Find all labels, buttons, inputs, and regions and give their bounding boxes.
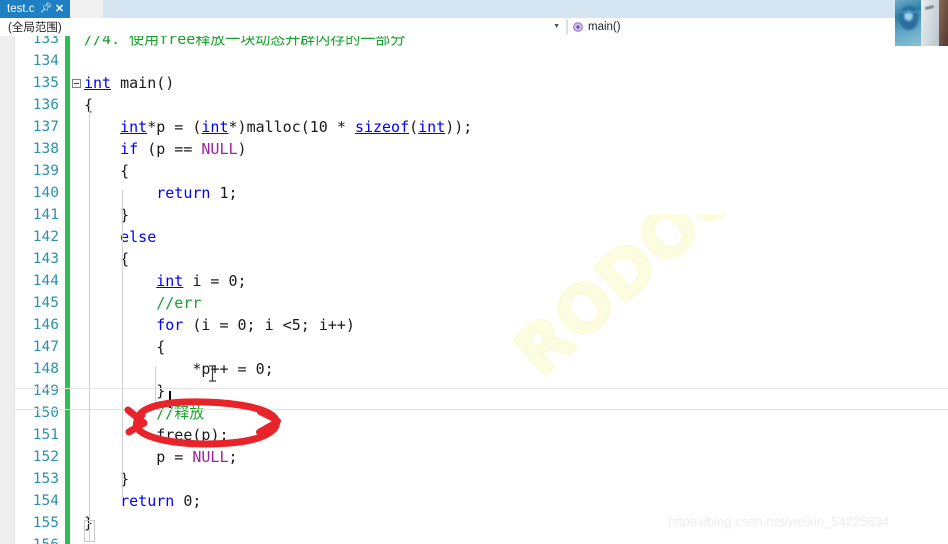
tab-label: test.c [7, 3, 35, 15]
line-number: 134 [32, 53, 59, 69]
line-number: 138 [32, 141, 59, 157]
code-line[interactable]: int*p = (int*)malloc(10 * sizeof(int)); [84, 116, 472, 138]
divider [567, 20, 568, 34]
tab-strip-empty-area [103, 0, 948, 18]
line-number: 135 [32, 75, 59, 91]
line-number: 142 [32, 229, 59, 245]
outlining-margin[interactable] [70, 36, 84, 544]
line-number: 156 [33, 534, 59, 544]
code-line[interactable]: { [84, 336, 165, 358]
pin-icon[interactable]: 📌︎ [39, 0, 52, 18]
code-line[interactable]: else [84, 226, 156, 248]
text-caret [169, 391, 171, 408]
code-line[interactable]: //err [84, 292, 201, 314]
line-number: 141 [32, 207, 59, 223]
code-line[interactable]: for (i = 0; i <5; i++) [84, 314, 355, 336]
indent-guide [155, 366, 156, 410]
line-number: 144 [32, 273, 59, 289]
line-number: 143 [32, 251, 59, 267]
line-number: 136 [32, 97, 59, 113]
indicator-margin[interactable] [0, 36, 15, 544]
tab-test-c[interactable]: test.c 📌︎ ✕ [0, 0, 71, 18]
code-line[interactable]: free(p); [84, 424, 228, 446]
code-line[interactable]: return 1; [84, 182, 237, 204]
line-number: 133 [32, 36, 59, 47]
line-number: 140 [32, 185, 59, 201]
code-line[interactable]: return 0; [84, 490, 201, 512]
code-line[interactable]: int i = 0; [84, 270, 246, 292]
visual-studio-window: test.c 📌︎ ✕ (全局范围) ▼ main() 133 134 135 136… [0, 0, 948, 544]
webcam-overlay [895, 0, 948, 46]
line-number: 154 [32, 493, 59, 509]
line-number-gutter: 133 134 135 136 137 138 139 140 141 142 143 144 145 1… [15, 36, 63, 544]
scope-dropdown-value: (全局范围) [8, 22, 62, 34]
line-number: 146 [32, 317, 59, 333]
line-number: 148 [32, 361, 59, 377]
line-number: 155 [32, 515, 59, 531]
code-line[interactable]: //4. 使用free释放一块动态开辟内存的一部分 [84, 36, 405, 50]
line-number: 145 [32, 295, 59, 311]
webcam-region-right [939, 0, 948, 46]
line-number: 137 [32, 119, 59, 135]
line-number: 152 [32, 449, 59, 465]
line-number: 153 [32, 471, 59, 487]
code-line[interactable]: int main() [84, 72, 174, 94]
line-number: 139 [32, 163, 59, 179]
member-dropdown-value: main() [588, 21, 621, 33]
editor-tab-strip: test.c 📌︎ ✕ [0, 0, 948, 19]
close-icon[interactable]: ✕ [54, 0, 64, 18]
code-line[interactable]: p = NULL; [84, 446, 237, 468]
collapse-outline-toggle[interactable] [72, 79, 81, 88]
line-number: 151 [32, 427, 59, 443]
code-line[interactable]: if (p == NULL) [84, 138, 246, 160]
method-icon [572, 21, 584, 33]
navigation-bar: (全局范围) ▼ main() [0, 18, 948, 37]
code-line[interactable]: *p++ = 0; [84, 358, 273, 380]
code-editor[interactable]: 133 134 135 136 137 138 139 140 141 142 143 144 145 1… [0, 36, 948, 544]
line-number: 147 [32, 339, 59, 355]
chevron-down-icon[interactable]: ▼ [553, 23, 560, 31]
indent-guide [122, 190, 123, 498]
code-text-area[interactable]: //4. 使用free释放一块动态开辟内存的一部分 int main() { int… [84, 36, 948, 544]
member-dropdown[interactable]: main() [567, 18, 948, 36]
code-line[interactable]: { [84, 160, 129, 182]
indent-guide [89, 102, 90, 542]
scope-dropdown[interactable]: (全局范围) ▼ [0, 18, 567, 36]
